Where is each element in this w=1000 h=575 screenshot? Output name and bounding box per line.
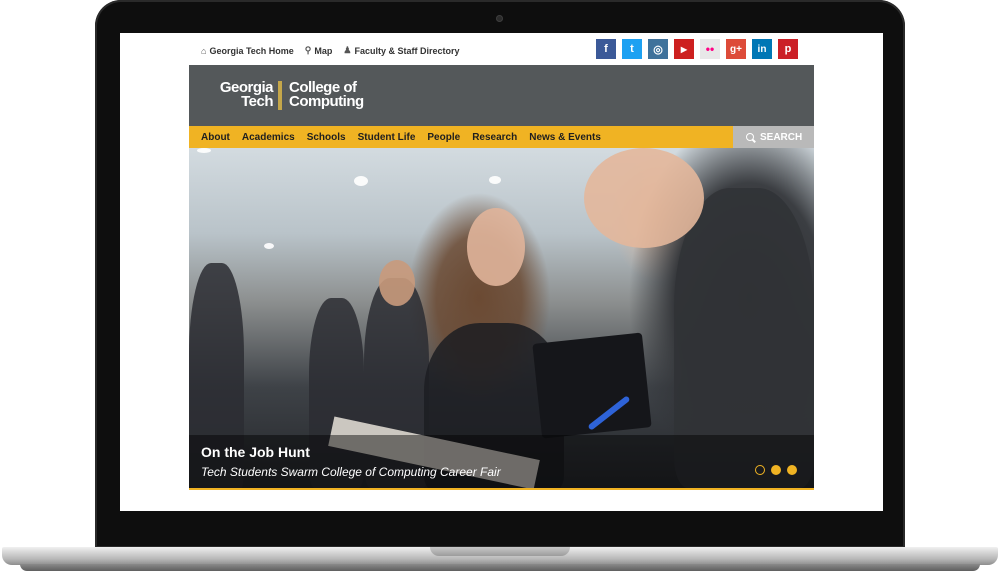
utility-link-label: Georgia Tech Home bbox=[209, 45, 294, 56]
person-icon: ♟ bbox=[343, 45, 352, 55]
instagram-icon[interactable]: ◎ bbox=[648, 39, 668, 59]
slider-pagination bbox=[755, 465, 797, 475]
youtube-icon[interactable]: ▶ bbox=[674, 39, 694, 59]
college-of-computing-logo[interactable]: Georgia Tech College of Computing bbox=[201, 80, 391, 111]
map-link[interactable]: ⚲ Map bbox=[305, 45, 333, 56]
college-wordmark: College of Computing bbox=[289, 80, 364, 110]
logo-line: Tech bbox=[241, 93, 273, 110]
hero-face bbox=[379, 260, 415, 306]
search-icon bbox=[746, 132, 756, 143]
search-label: SEARCH bbox=[760, 131, 803, 143]
home-icon: ⌂ bbox=[201, 45, 207, 56]
nav-item-student-life[interactable]: Student Life bbox=[358, 132, 416, 143]
map-pin-icon: ⚲ bbox=[304, 45, 312, 55]
slide-subtitle[interactable]: Tech Students Swarm College of Computing… bbox=[201, 465, 501, 479]
nav-item-research[interactable]: Research bbox=[472, 132, 517, 143]
nav-item-about[interactable]: About bbox=[201, 132, 230, 143]
slide-dot-3[interactable] bbox=[787, 465, 797, 475]
ceiling-light bbox=[354, 176, 368, 186]
ceiling-light bbox=[197, 148, 211, 153]
caption-overlay bbox=[189, 435, 814, 488]
ceiling-light bbox=[264, 243, 274, 249]
twitter-icon[interactable]: t bbox=[622, 39, 642, 59]
main-nav: About Academics Schools Student Life Peo… bbox=[189, 126, 814, 148]
search-button[interactable]: SEARCH bbox=[733, 126, 814, 148]
utility-links: ⌂ Georgia Tech Home ⚲ Map ♟ Faculty & St… bbox=[201, 45, 460, 56]
facebook-icon[interactable]: f bbox=[596, 39, 616, 59]
nav-item-schools[interactable]: Schools bbox=[307, 132, 346, 143]
pinterest-icon[interactable]: p bbox=[778, 39, 798, 59]
screen: ⌂ Georgia Tech Home ⚲ Map ♟ Faculty & St… bbox=[120, 33, 883, 511]
nav-item-academics[interactable]: Academics bbox=[242, 132, 295, 143]
google-plus-icon[interactable]: g+ bbox=[726, 39, 746, 59]
hero-underline bbox=[189, 488, 814, 490]
directory-link[interactable]: ♟ Faculty & Staff Directory bbox=[343, 45, 459, 56]
laptop-hinge bbox=[430, 547, 570, 556]
hero-slider[interactable]: On the Job Hunt Tech Students Swarm Coll… bbox=[189, 148, 814, 490]
logo-divider bbox=[278, 81, 282, 110]
flickr-icon[interactable]: •• bbox=[700, 39, 720, 59]
slide-dot-1[interactable] bbox=[755, 465, 765, 475]
utility-link-label: Map bbox=[314, 45, 333, 56]
social-links: f t ◎ ▶ •• g+ in p bbox=[596, 39, 798, 59]
camera-icon bbox=[496, 15, 503, 22]
georgia-tech-wordmark: Georgia Tech bbox=[201, 80, 274, 110]
slide-title[interactable]: On the Job Hunt bbox=[201, 444, 310, 460]
site-header: Georgia Tech College of Computing bbox=[189, 65, 814, 126]
nav-item-people[interactable]: People bbox=[427, 132, 460, 143]
laptop-foot bbox=[20, 564, 980, 571]
utility-link-label: Faculty & Staff Directory bbox=[354, 45, 460, 56]
ceiling-light bbox=[489, 176, 501, 184]
utility-bar: ⌂ Georgia Tech Home ⚲ Map ♟ Faculty & St… bbox=[120, 33, 883, 64]
slide-dot-2[interactable] bbox=[771, 465, 781, 475]
linkedin-icon[interactable]: in bbox=[752, 39, 772, 59]
hero-face bbox=[467, 208, 525, 286]
nav-items: About Academics Schools Student Life Peo… bbox=[201, 126, 601, 148]
georgia-tech-home-link[interactable]: ⌂ Georgia Tech Home bbox=[201, 45, 294, 56]
logo-line: Computing bbox=[289, 93, 364, 110]
hero-face bbox=[584, 148, 704, 248]
nav-item-news-events[interactable]: News & Events bbox=[529, 132, 601, 143]
